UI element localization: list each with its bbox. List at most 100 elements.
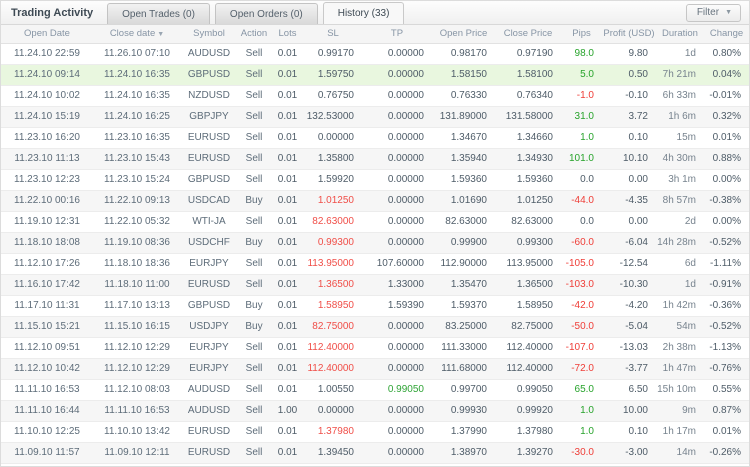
table-row: 11.18.10 18:08 11.19.10 08:36 USDCHF Buy 0.0… [1,232,749,254]
cell-close_date: 11.09.10 12:11 [93,442,181,464]
table-row: 11.10.10 12:25 11.10.10 13:42 EURUSD Sell 0.… [1,421,749,443]
cell-symbol: EURUSD [181,274,237,296]
cell-sl: 1.59750 [304,64,362,86]
cell-sl: 1.39450 [304,442,362,464]
cell-action: Buy [237,190,271,212]
filter-button[interactable]: Filter ▼ [685,4,741,22]
cell-close_date: 11.19.10 08:36 [93,232,181,254]
tab-history[interactable]: History (33) [322,2,405,24]
cell-close_price: 1.58100 [495,64,561,86]
cell-symbol: EURJPY [181,253,237,275]
cell-symbol: USDCHF [181,232,237,254]
cell-duration: 54m [656,316,704,338]
cell-open_date: 11.23.10 12:23 [1,169,93,191]
column-header-pips[interactable]: Pips [561,25,602,44]
cell-close_price: 0.76340 [495,85,561,107]
column-header-action[interactable]: Action [237,25,271,44]
cell-close_date: 11.26.10 07:10 [93,43,181,65]
cell-action: Buy [237,295,271,317]
cell-sl: 82.75000 [304,316,362,338]
cell-action: Buy [237,316,271,338]
cell-open_price: 1.58150 [432,64,495,86]
cell-symbol: GBPJPY [181,106,237,128]
table-row: 11.11.10 16:44 11.11.10 16:53 AUDUSD Sell 1.… [1,400,749,422]
table-row: 11.09.10 11:57 11.09.10 12:11 EURUSD Sell 0.… [1,442,749,464]
column-header-change[interactable]: Change [704,25,749,44]
table-row: 11.23.10 12:23 11.23.10 15:24 GBPUSD Sell 0.… [1,169,749,191]
cell-sl: 112.40000 [304,337,362,359]
cell-close_price: 0.97190 [495,43,561,65]
cell-tp: 0.00000 [362,169,432,191]
cell-sl: 0.00000 [304,400,362,422]
cell-change: -0.01% [704,85,749,107]
cell-tp: 0.00000 [362,85,432,107]
cell-duration: 4h 30m [656,148,704,170]
column-header-tp[interactable]: TP [362,25,432,44]
cell-action: Sell [237,253,271,275]
table-row: 11.23.10 11:13 11.23.10 15:43 EURUSD Sell 0.… [1,148,749,170]
cell-pips: -30.0 [561,442,602,464]
cell-tp: 0.00000 [362,232,432,254]
cell-open_date: 11.15.10 15:21 [1,316,93,338]
cell-open_price: 111.68000 [432,358,495,380]
cell-tp: 0.00000 [362,211,432,233]
cell-sl: 1.59920 [304,169,362,191]
column-header-open_date[interactable]: Open Date [1,25,93,44]
cell-lots: 0.01 [271,316,304,338]
column-header-sl[interactable]: SL [304,25,362,44]
cell-profit: 0.00 [602,169,656,191]
cell-lots: 0.01 [271,421,304,443]
column-header-open_price[interactable]: Open Price [432,25,495,44]
cell-open_date: 11.10.10 12:25 [1,421,93,443]
cell-symbol: AUDUSD [181,43,237,65]
cell-pips: -1.0 [561,85,602,107]
cell-close_date: 11.18.10 11:00 [93,274,181,296]
column-header-close_date[interactable]: Close date ▼ [93,25,181,44]
cell-open_price: 1.59360 [432,169,495,191]
cell-open_date: 11.17.10 11:31 [1,295,93,317]
column-header-close_price[interactable]: Close Price [495,25,561,44]
cell-symbol: USDJPY [181,316,237,338]
cell-sl: 1.00550 [304,379,362,401]
table-row: 11.11.10 16:53 11.12.10 08:03 AUDUSD Sell 0.… [1,379,749,401]
cell-tp: 0.00000 [362,127,432,149]
cell-duration: 3h 1m [656,169,704,191]
cell-action: Sell [237,274,271,296]
cell-lots: 0.01 [271,211,304,233]
table-row: 11.22.10 00:16 11.22.10 09:13 USDCAD Buy 0.0… [1,190,749,212]
cell-open_date: 11.09.10 11:57 [1,442,93,464]
cell-close_date: 11.12.10 08:03 [93,379,181,401]
tab-open-orders[interactable]: Open Orders (0) [214,3,318,24]
cell-open_price: 112.90000 [432,253,495,275]
cell-tp: 0.00000 [362,337,432,359]
cell-pips: 0.0 [561,211,602,233]
cell-symbol: EURUSD [181,127,237,149]
cell-sl: 113.95000 [304,253,362,275]
cell-duration: 15m [656,127,704,149]
cell-duration: 1d [656,274,704,296]
filter-button-label: Filter [696,7,720,18]
cell-close_price: 0.99300 [495,232,561,254]
cell-change: -0.36% [704,295,749,317]
cell-action: Sell [237,358,271,380]
cell-tp: 0.00000 [362,148,432,170]
table-row: 11.24.10 10:02 11.24.10 16:35 NZDUSD Sell 0.… [1,85,749,107]
cell-change: 0.87% [704,400,749,422]
cell-open_price: 1.35940 [432,148,495,170]
column-header-profit[interactable]: Profit (USD) [602,25,656,44]
column-header-symbol[interactable]: Symbol [181,25,237,44]
cell-profit: -12.54 [602,253,656,275]
cell-pips: 98.0 [561,43,602,65]
cell-pips: 31.0 [561,106,602,128]
cell-duration: 9m [656,400,704,422]
cell-lots: 0.01 [271,106,304,128]
cell-open_price: 1.34670 [432,127,495,149]
column-header-duration[interactable]: Duration [656,25,704,44]
widget-title: Trading Activity [11,7,94,19]
cell-open_date: 11.12.10 10:42 [1,358,93,380]
cell-sl: 1.01250 [304,190,362,212]
column-header-lots[interactable]: Lots [271,25,304,44]
tab-open-trades[interactable]: Open Trades (0) [107,3,210,24]
cell-tp: 107.60000 [362,253,432,275]
cell-pips: -60.0 [561,232,602,254]
